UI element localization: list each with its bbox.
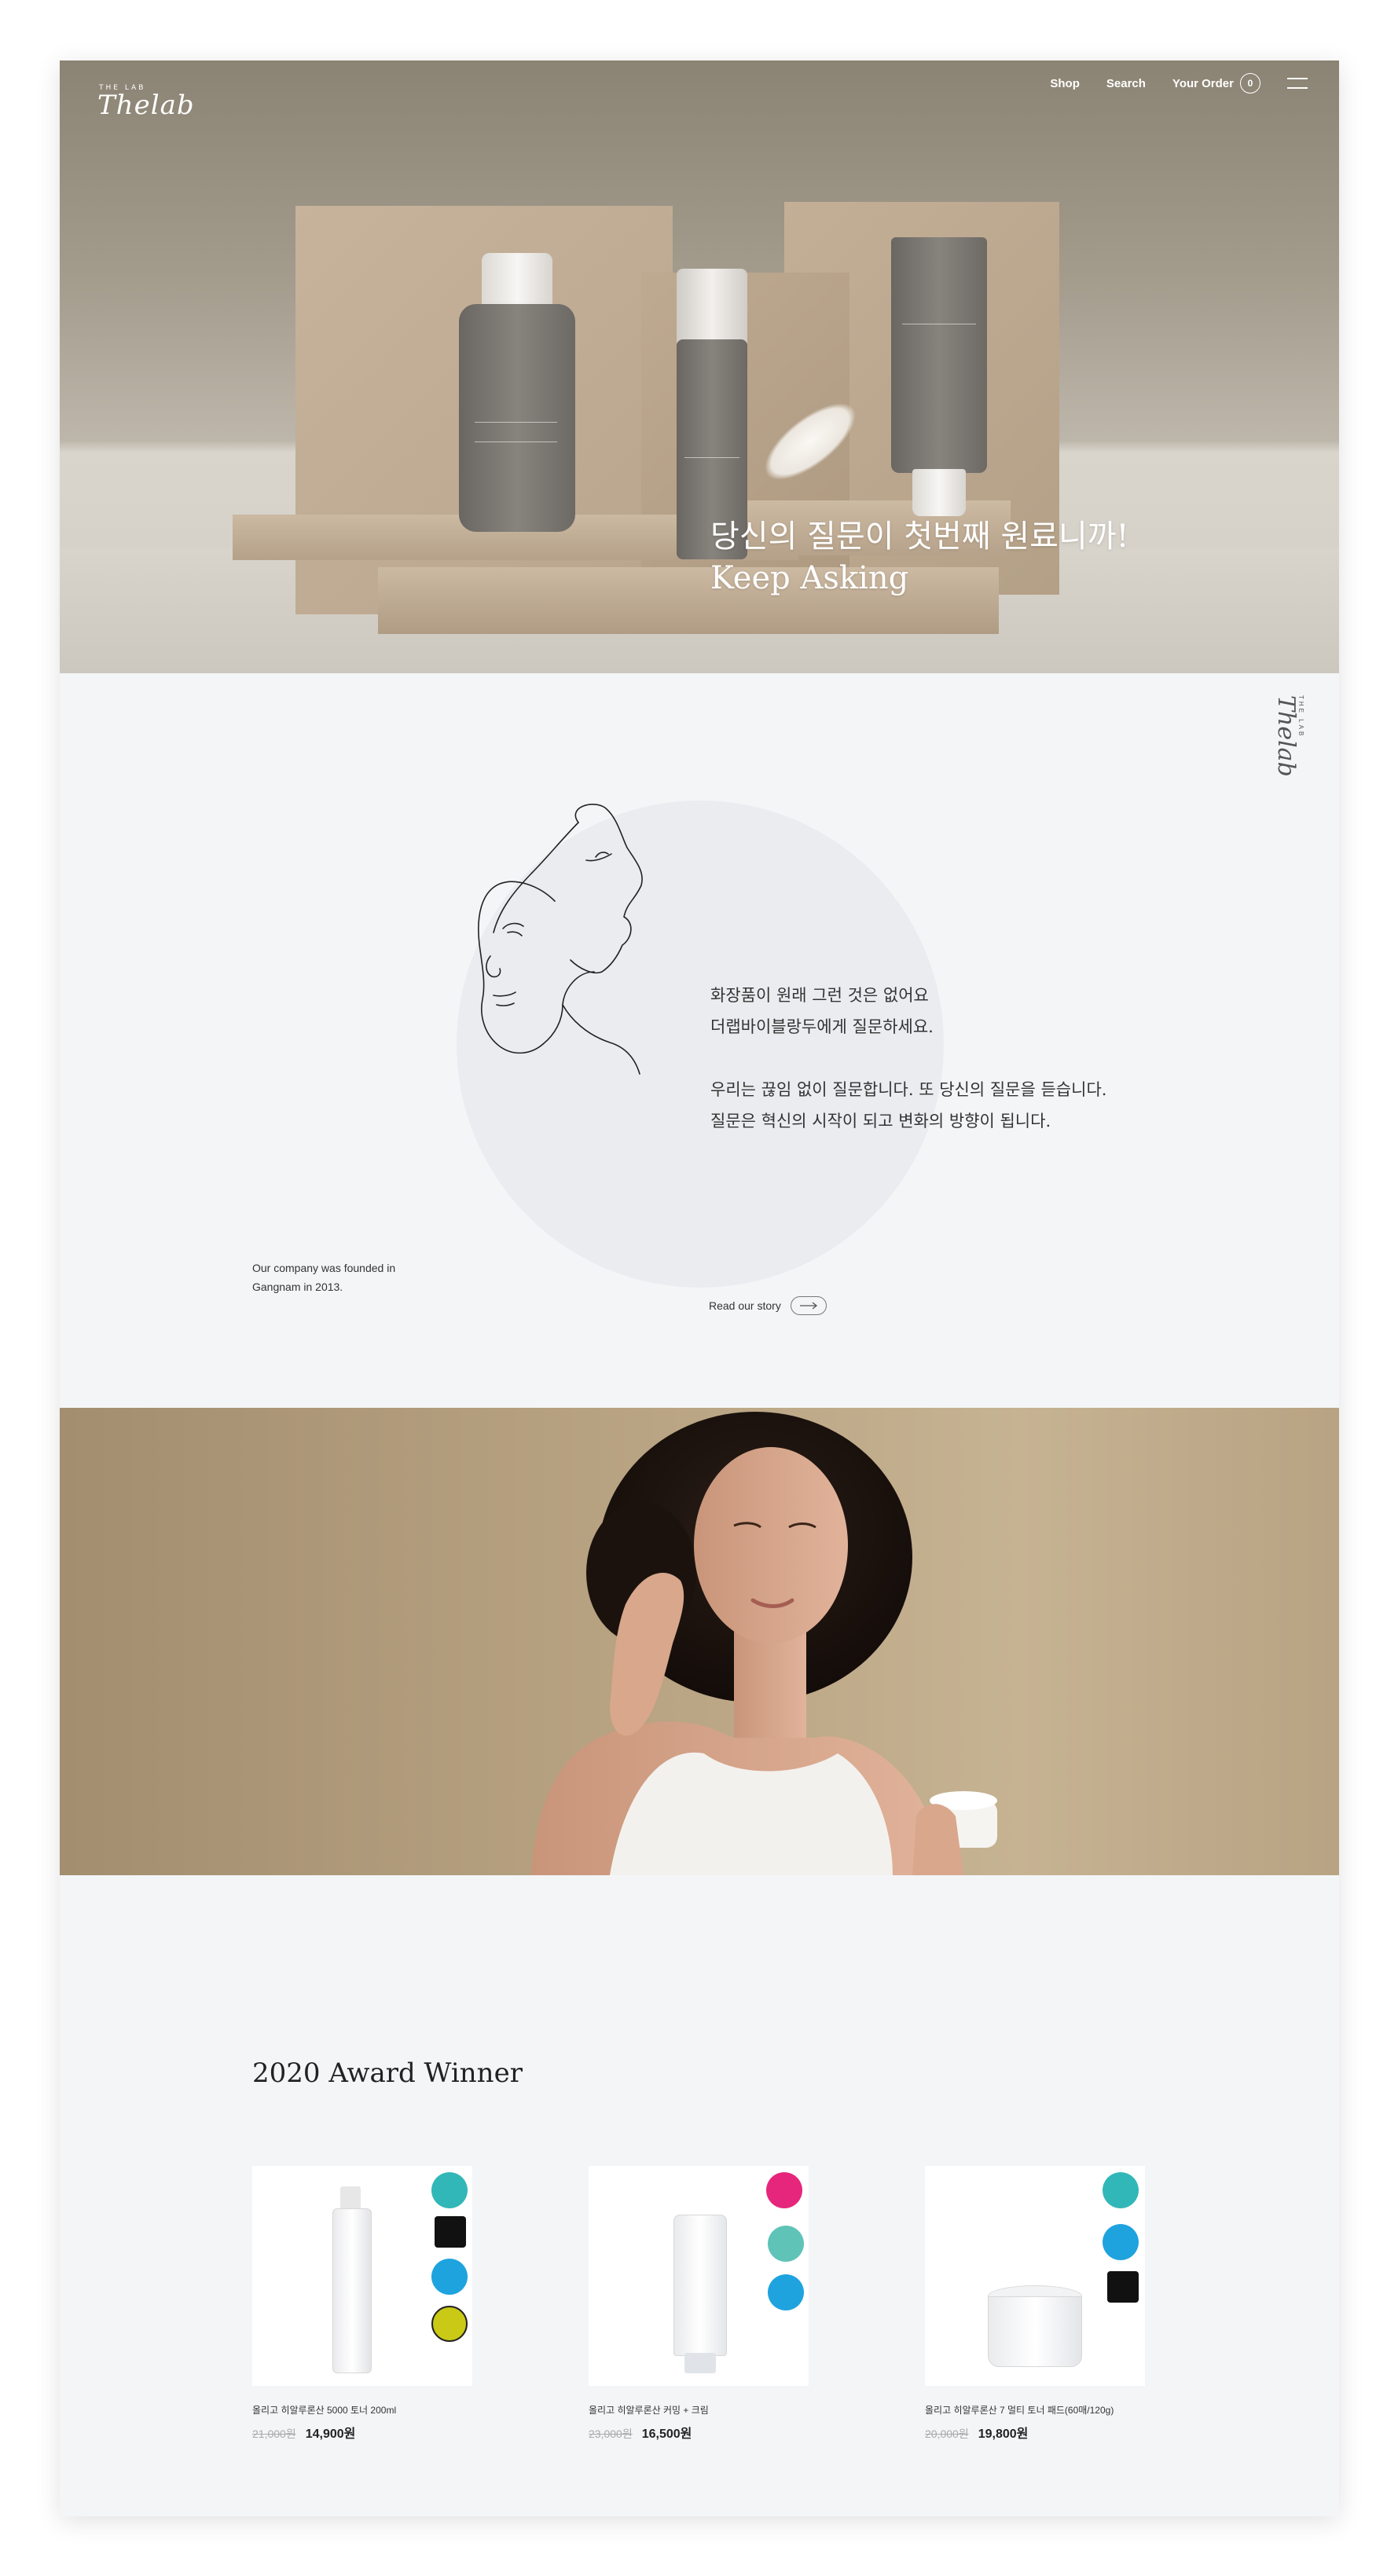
hero-title-english: Keep Asking bbox=[710, 560, 909, 596]
award-badge-blue bbox=[431, 2259, 468, 2295]
cream-tube-cap bbox=[684, 2353, 716, 2373]
product-card[interactable]: 올리고 히알루론산 5000 토너 200ml 21,000원 14,900원 bbox=[252, 2166, 472, 2442]
sale-price: 19,800원 bbox=[978, 2428, 1029, 2441]
about-line-4: 질문은 혁신의 시작이 되고 변화의 방향이 됩니다. bbox=[710, 1112, 1051, 1130]
main-nav: Shop Search Your Order 0 bbox=[1050, 73, 1308, 93]
award-badge-teal bbox=[1103, 2172, 1139, 2208]
product-list: 올리고 히알루론산 5000 토너 200ml 21,000원 14,900원 … bbox=[252, 2166, 1145, 2442]
original-price: 20,000원 bbox=[925, 2428, 969, 2440]
menu-icon[interactable] bbox=[1287, 78, 1308, 89]
cream-tube-image bbox=[673, 2215, 727, 2356]
product-prices: 23,000원 16,500원 bbox=[589, 2423, 809, 2442]
product-name[interactable]: 올리고 히알루론산 7 멀티 토너 패드(60매/120g) bbox=[925, 2403, 1145, 2417]
bottle1-liquid bbox=[459, 304, 575, 532]
original-price: 21,000원 bbox=[252, 2428, 296, 2440]
award-badge-teal bbox=[768, 2226, 804, 2262]
about-line-3: 우리는 끊임 없이 질문합니다. 또 당신의 질문을 듣습니다. bbox=[710, 1080, 1107, 1099]
product-image[interactable] bbox=[925, 2166, 1145, 2386]
product-name[interactable]: 올리고 히알루론산 커밍 + 크림 bbox=[589, 2403, 809, 2417]
product-card[interactable]: 올리고 히알루론산 7 멀티 토너 패드(60매/120g) 20,000원 1… bbox=[925, 2166, 1145, 2442]
product-prices: 20,000원 19,800원 bbox=[925, 2423, 1145, 2442]
tube-cream bbox=[891, 237, 987, 473]
vertical-brand-logo: THE LAB Thelab bbox=[1272, 695, 1308, 813]
arrow-right-icon[interactable] bbox=[790, 1296, 827, 1315]
about-copy: 화장품이 원래 그런 것은 없어요 더랩바이블랑두에게 질문하세요. 우리는 끊… bbox=[710, 980, 1106, 1137]
sale-price: 14,900원 bbox=[305, 2428, 356, 2441]
product-image[interactable] bbox=[589, 2166, 809, 2386]
award-winner-section: 2020 Award Winner 올리고 히알루론산 5000 토너 200m… bbox=[60, 1875, 1339, 2516]
product-name[interactable]: 올리고 히알루론산 5000 토너 200ml bbox=[252, 2403, 472, 2417]
nav-search-link[interactable]: Search bbox=[1106, 77, 1146, 90]
award-badge-pink bbox=[766, 2172, 802, 2208]
pad-jar-body bbox=[988, 2296, 1082, 2367]
brand-logo[interactable]: THE LAB Thelab bbox=[97, 84, 195, 119]
award-badge-teal bbox=[431, 2172, 468, 2208]
nav-order-label: Your Order bbox=[1172, 76, 1234, 90]
award-badge-black bbox=[435, 2216, 466, 2248]
hero-banner: THE LAB Thelab Shop Search Your Order 0 bbox=[60, 60, 1339, 673]
read-our-story-link[interactable]: Read our story bbox=[709, 1296, 827, 1315]
order-count-badge: 0 bbox=[1240, 73, 1260, 93]
hero-title-korean: 당신의 질문이 첫번째 원료니까! bbox=[710, 518, 1129, 555]
sale-price: 16,500원 bbox=[641, 2428, 692, 2441]
about-section: THE LAB Thelab 화장품이 원래 그런 것은 없어요 더랩바이블랑두… bbox=[60, 673, 1339, 1408]
about-line-2: 더랩바이블랑두에게 질문하세요. bbox=[710, 1017, 934, 1036]
bottle1-cap bbox=[482, 253, 552, 308]
about-line-1: 화장품이 원래 그런 것은 없어요 bbox=[710, 986, 929, 1005]
woman-applying-cream-illustration bbox=[531, 1412, 997, 1875]
toner-bottle-image bbox=[340, 2186, 361, 2210]
product-card[interactable]: 올리고 히알루론산 커밍 + 크림 23,000원 16,500원 bbox=[589, 2166, 809, 2442]
nav-order-link[interactable]: Your Order 0 bbox=[1172, 73, 1260, 93]
founded-text: Our company was founded in Gangnam in 20… bbox=[252, 1262, 396, 1293]
bottle2-cap bbox=[677, 269, 747, 347]
vertical-logo-script: Thelab bbox=[1272, 695, 1300, 777]
nav-shop-link[interactable]: Shop bbox=[1050, 77, 1080, 90]
line-art-face-illustration bbox=[478, 804, 643, 1075]
product-image[interactable] bbox=[252, 2166, 472, 2386]
original-price: 23,000원 bbox=[589, 2428, 633, 2440]
read-our-story-label: Read our story bbox=[709, 1299, 781, 1312]
award-badge-black bbox=[1107, 2271, 1139, 2303]
brand-logo-script: Thelab bbox=[97, 90, 195, 121]
award-section-title: 2020 Award Winner bbox=[252, 2058, 523, 2089]
page-frame: THE LAB Thelab Shop Search Your Order 0 bbox=[60, 60, 1339, 2516]
tube-cap bbox=[912, 469, 966, 516]
toner-bottle-body bbox=[332, 2208, 372, 2373]
hero-title: 당신의 질문이 첫번째 원료니까! Keep Asking bbox=[710, 516, 1129, 599]
bottle2-label-line bbox=[684, 457, 739, 458]
award-badge-blue bbox=[768, 2274, 804, 2310]
bottle1-label-line bbox=[475, 422, 557, 423]
award-badge-blue bbox=[1103, 2224, 1139, 2260]
lifestyle-photo bbox=[60, 1408, 1339, 1875]
vegan-badge bbox=[431, 2306, 468, 2342]
product-prices: 21,000원 14,900원 bbox=[252, 2423, 472, 2442]
